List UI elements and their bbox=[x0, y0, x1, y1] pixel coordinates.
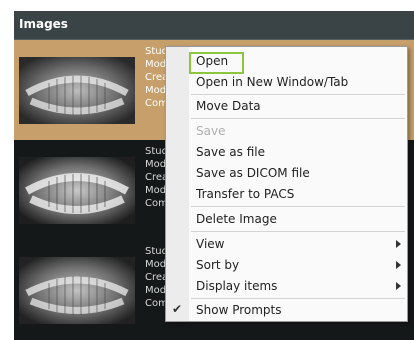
menu-separator bbox=[191, 206, 405, 207]
menu-item-save: Save bbox=[166, 121, 407, 142]
context-menu: Open Open in New Window/Tab Move Data Sa… bbox=[165, 46, 408, 322]
menu-item-transfer-to-pacs[interactable]: Transfer to PACS bbox=[166, 184, 407, 205]
xray-thumbnail[interactable] bbox=[19, 57, 135, 124]
submenu-arrow-icon bbox=[396, 261, 401, 269]
menu-item-sort-by[interactable]: Sort by bbox=[166, 255, 407, 276]
panoramic-xray-image bbox=[19, 257, 135, 324]
menu-item-label: Show Prompts bbox=[196, 303, 282, 317]
menu-item-save-as-dicom[interactable]: Save as DICOM file bbox=[166, 163, 407, 184]
menu-item-save-as-file[interactable]: Save as file bbox=[166, 142, 407, 163]
panel-title: Images bbox=[19, 17, 68, 31]
menu-separator bbox=[191, 298, 405, 299]
menu-item-label: Transfer to PACS bbox=[196, 187, 295, 201]
menu-item-label: View bbox=[196, 237, 225, 251]
menu-item-label: Move Data bbox=[196, 99, 261, 113]
panel-header: Images bbox=[14, 11, 414, 40]
menu-item-label: Sort by bbox=[196, 258, 240, 272]
menu-item-label: Save as file bbox=[196, 145, 265, 159]
menu-item-label: Display items bbox=[196, 279, 278, 293]
menu-item-label: Open bbox=[196, 54, 229, 68]
menu-separator bbox=[191, 231, 405, 232]
xray-thumbnail[interactable] bbox=[19, 157, 135, 224]
menu-item-label: Delete Image bbox=[196, 212, 277, 226]
menu-item-delete-image[interactable]: Delete Image bbox=[166, 209, 407, 230]
menu-item-open[interactable]: Open bbox=[166, 51, 407, 74]
panoramic-xray-image bbox=[19, 157, 135, 224]
menu-separator bbox=[191, 94, 405, 95]
submenu-arrow-icon bbox=[396, 240, 401, 248]
menu-item-show-prompts[interactable]: ✔ Show Prompts bbox=[166, 300, 407, 321]
submenu-arrow-icon bbox=[396, 282, 401, 290]
checkmark-icon: ✔ bbox=[172, 302, 183, 316]
menu-item-label: Open in New Window/Tab bbox=[196, 75, 349, 89]
menu-item-open-new-window[interactable]: Open in New Window/Tab bbox=[166, 72, 407, 93]
menu-item-label: Save bbox=[196, 124, 226, 138]
menu-item-label: Save as DICOM file bbox=[196, 166, 310, 180]
menu-item-view[interactable]: View bbox=[166, 234, 407, 255]
xray-thumbnail[interactable] bbox=[19, 257, 135, 324]
panoramic-xray-image bbox=[19, 57, 135, 124]
menu-separator bbox=[191, 118, 405, 119]
menu-item-display-items[interactable]: Display items bbox=[166, 276, 407, 297]
menu-item-move-data[interactable]: Move Data bbox=[166, 96, 407, 117]
